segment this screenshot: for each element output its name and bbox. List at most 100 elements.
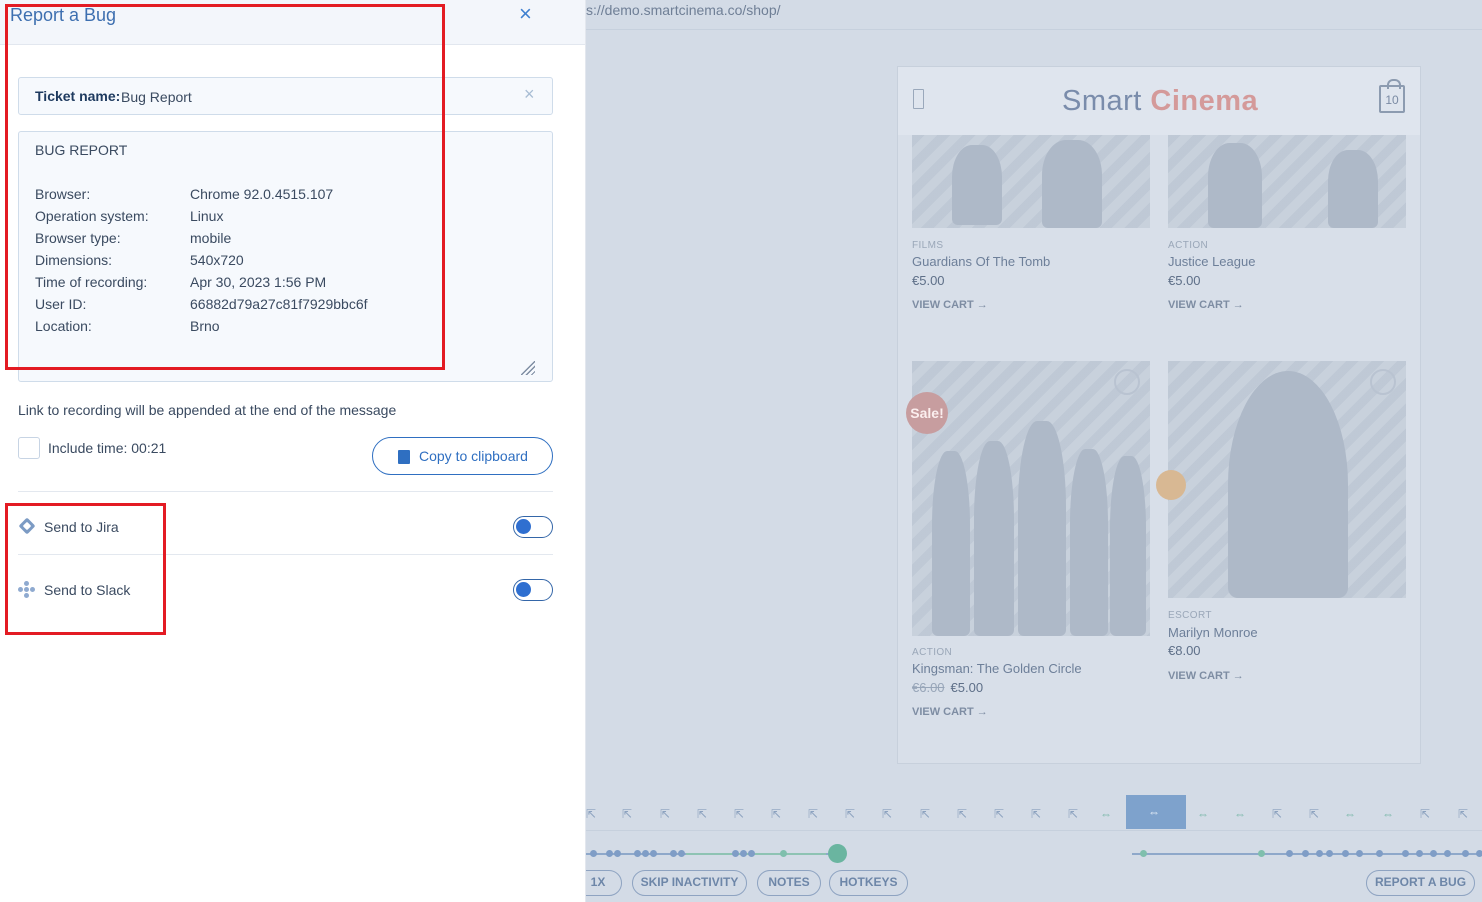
active-event-marker[interactable]: ⇔ bbox=[1126, 795, 1186, 829]
product-price: €5.00 bbox=[1168, 273, 1201, 288]
url-bar: s://demo.smartcinema.co/shop/ bbox=[586, 0, 1482, 30]
click-event-icon[interactable]: ⇱ bbox=[622, 807, 632, 821]
replay-cursor-indicator bbox=[1156, 470, 1186, 500]
include-time-label[interactable]: Include time: 00:21 bbox=[48, 440, 166, 456]
product-poster bbox=[1168, 135, 1406, 228]
click-event-icon[interactable]: ⇱ bbox=[1458, 807, 1468, 821]
report-row-os: Operation system: Linux bbox=[35, 208, 535, 228]
report-row-location: Location: Brno bbox=[35, 318, 535, 338]
product-name: Marilyn Monroe bbox=[1168, 625, 1258, 640]
click-event-icon[interactable]: ⇱ bbox=[1309, 807, 1319, 821]
clear-icon[interactable]: × bbox=[524, 84, 535, 105]
click-event-icon[interactable]: ⇱ bbox=[1068, 807, 1078, 821]
navigation-event-icon[interactable]: ⇔ bbox=[1100, 807, 1112, 821]
new-price: €5.00 bbox=[950, 680, 984, 695]
report-key: Operation system: bbox=[35, 208, 149, 224]
product-category: ESCORT bbox=[1168, 610, 1212, 621]
menu-icon bbox=[913, 89, 924, 109]
toggle-knob bbox=[516, 582, 531, 597]
report-value: Apr 30, 2023 1:56 PM bbox=[190, 274, 327, 290]
playhead-knob[interactable] bbox=[828, 844, 847, 863]
site-logo: Smart Cinema bbox=[1062, 85, 1258, 118]
hotkeys-button[interactable]: HOTKEYS bbox=[829, 870, 908, 896]
send-to-jira-label: Send to Jira bbox=[44, 519, 119, 535]
bug-report-textarea[interactable]: BUG REPORT Browser: Chrome 92.0.4515.107… bbox=[18, 131, 553, 382]
ticket-name-label: Ticket name: bbox=[35, 88, 121, 104]
notes-button[interactable]: NOTES bbox=[757, 870, 821, 896]
report-row-time: Time of recording: Apr 30, 2023 1:56 PM bbox=[35, 274, 535, 294]
product-category: ACTION bbox=[912, 647, 953, 658]
send-to-slack-row: Send to Slack bbox=[18, 575, 553, 605]
event-timeline[interactable]: ⇱ ⇱ ⇱ ⇱ ⇱ ⇱ ⇱ ⇱ ⇱ ⇱ ⇱ ⇱ ⇱ ⇱ ⇔ ⇔ ⇔ ⇔ ⇱ ⇱ … bbox=[586, 795, 1482, 831]
click-event-icon[interactable]: ⇱ bbox=[586, 807, 596, 821]
navigation-event-icon[interactable]: ⇔ bbox=[1344, 807, 1356, 821]
product-poster bbox=[912, 135, 1150, 228]
report-key: Browser type: bbox=[35, 230, 121, 246]
wishlist-icon bbox=[1114, 369, 1140, 395]
playback-progress-track[interactable] bbox=[586, 844, 1482, 863]
navigation-event-icon[interactable]: ⇔ bbox=[1197, 807, 1209, 821]
report-row-user-id: User ID: 66882d79a27c81f7929bbc6f bbox=[35, 296, 535, 316]
report-value: Linux bbox=[190, 208, 224, 224]
cart-count: 10 bbox=[1385, 93, 1399, 107]
click-event-icon[interactable]: ⇱ bbox=[660, 807, 670, 821]
close-icon[interactable]: × bbox=[519, 3, 532, 25]
product-poster bbox=[912, 361, 1150, 636]
site-header: Smart Cinema 10 bbox=[898, 67, 1420, 135]
click-event-icon[interactable]: ⇱ bbox=[1031, 807, 1041, 821]
click-event-icon[interactable]: ⇱ bbox=[1420, 807, 1430, 821]
skip-inactivity-button[interactable]: SKIP INACTIVITY bbox=[632, 870, 747, 896]
navigation-event-icon[interactable]: ⇔ bbox=[1234, 807, 1246, 821]
report-value: mobile bbox=[190, 230, 232, 246]
wishlist-icon bbox=[1370, 369, 1396, 395]
click-event-icon[interactable]: ⇱ bbox=[920, 807, 930, 821]
click-event-icon[interactable]: ⇱ bbox=[1272, 807, 1282, 821]
report-key: User ID: bbox=[35, 296, 87, 312]
report-heading: BUG REPORT bbox=[35, 142, 128, 158]
divider bbox=[18, 491, 553, 492]
click-event-icon[interactable]: ⇱ bbox=[957, 807, 967, 821]
report-row-dimensions: Dimensions: 540x720 bbox=[35, 252, 535, 272]
url-text: s://demo.smartcinema.co/shop/ bbox=[586, 2, 781, 18]
click-event-icon[interactable]: ⇱ bbox=[697, 807, 707, 821]
ticket-name-field[interactable]: Ticket name: Bug Report × bbox=[18, 77, 553, 115]
link-note: Link to recording will be appended at th… bbox=[18, 402, 397, 418]
logo-text-cinema: Cinema bbox=[1150, 85, 1259, 117]
send-to-jira-row: Send to Jira bbox=[18, 512, 553, 542]
product-name: Kingsman: The Golden Circle bbox=[912, 661, 1082, 676]
jira-icon bbox=[18, 517, 36, 535]
clipboard-icon bbox=[398, 450, 410, 464]
report-key: Time of recording: bbox=[35, 274, 148, 290]
click-event-icon[interactable]: ⇱ bbox=[994, 807, 1004, 821]
jira-toggle[interactable] bbox=[513, 516, 553, 538]
resize-handle-icon[interactable] bbox=[521, 361, 535, 375]
slack-icon bbox=[18, 581, 35, 598]
click-event-icon[interactable]: ⇱ bbox=[845, 807, 855, 821]
navigation-event-icon: ⇔ bbox=[1148, 805, 1160, 819]
include-time-checkbox[interactable] bbox=[18, 437, 40, 459]
navigation-event-icon[interactable]: ⇔ bbox=[1382, 807, 1394, 821]
copy-to-clipboard-button[interactable]: Copy to clipboard bbox=[372, 437, 553, 475]
report-value: 540x720 bbox=[190, 252, 244, 268]
speed-button[interactable]: 1X bbox=[586, 870, 622, 896]
click-event-icon[interactable]: ⇱ bbox=[771, 807, 781, 821]
click-event-icon[interactable]: ⇱ bbox=[808, 807, 818, 821]
divider bbox=[18, 554, 553, 555]
logo-text-smart: Smart bbox=[1062, 85, 1142, 117]
toggle-knob bbox=[516, 519, 531, 534]
view-cart-link: VIEW CART → bbox=[912, 706, 988, 718]
report-value: 66882d79a27c81f7929bbc6f bbox=[190, 296, 368, 312]
report-a-bug-button[interactable]: REPORT A BUG bbox=[1366, 870, 1475, 896]
product-price: €6.00 €5.00 bbox=[912, 680, 983, 695]
panel-header: Report a Bug × bbox=[0, 0, 585, 45]
view-cart-link: VIEW CART → bbox=[912, 299, 988, 311]
report-value: Chrome 92.0.4515.107 bbox=[190, 186, 334, 202]
ticket-name-value[interactable]: Bug Report bbox=[121, 89, 192, 105]
product-price: €8.00 bbox=[1168, 643, 1201, 658]
cart-icon: 10 bbox=[1379, 79, 1405, 113]
click-event-icon[interactable]: ⇱ bbox=[734, 807, 744, 821]
product-price: €5.00 bbox=[912, 273, 945, 288]
product-category: ACTION bbox=[1168, 240, 1209, 251]
slack-toggle[interactable] bbox=[513, 579, 553, 601]
click-event-icon[interactable]: ⇱ bbox=[882, 807, 892, 821]
